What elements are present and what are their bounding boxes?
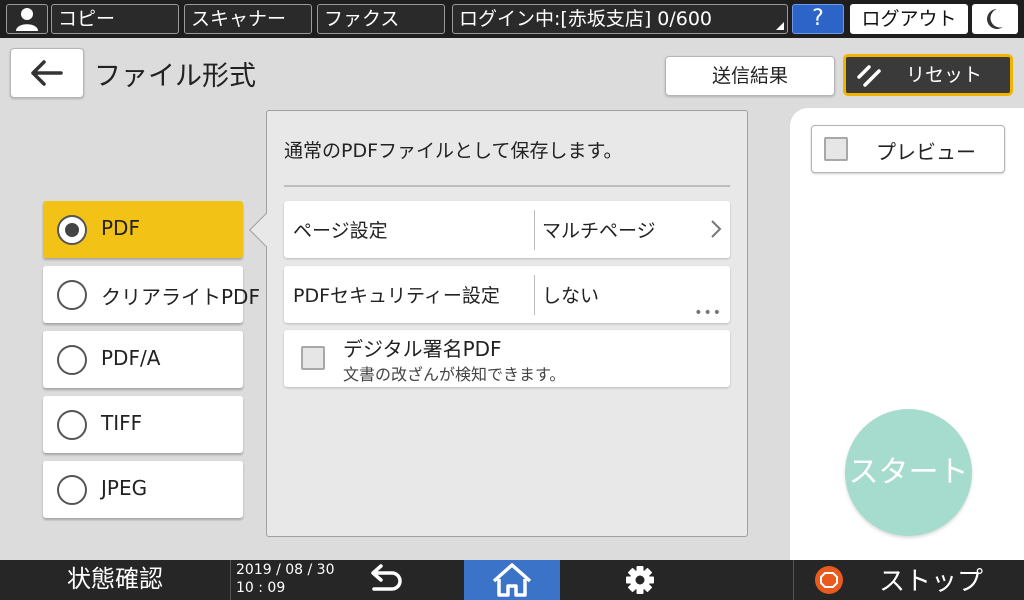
settings-panel [266, 110, 748, 537]
logout-button[interactable]: ログアウト [850, 4, 968, 34]
date-text: 2019 / 08 / 30 [236, 562, 335, 578]
login-status-button[interactable]: ログイン中:[赤坂支店] 0/600 [452, 4, 788, 34]
settings-button[interactable] [610, 560, 670, 600]
undo-button[interactable] [348, 560, 422, 600]
page-setting-row[interactable]: ページ設定 マルチページ [284, 201, 730, 258]
gear-icon [626, 566, 654, 594]
preview-button[interactable]: プレビュー [811, 125, 1005, 173]
top-bar: コピー スキャナー ファクス ログイン中:[赤坂支店] 0/600 ? ログアウ… [0, 0, 1024, 38]
user-icon [16, 8, 38, 31]
chevron-right-icon [711, 220, 722, 238]
stop-button[interactable]: ストップ [795, 560, 1024, 600]
home-button[interactable] [464, 560, 560, 600]
format-label: JPEG [101, 476, 148, 500]
corner-indicator-icon [776, 22, 784, 30]
format-description: 通常のPDFファイルとして保存します。 [284, 140, 623, 162]
preview-checkbox [824, 137, 848, 161]
reset-icon [857, 65, 881, 87]
divider [230, 560, 231, 600]
energy-saver-button[interactable] [972, 4, 1018, 34]
more-icon: ••• [694, 305, 722, 321]
divider [534, 275, 535, 315]
format-label: PDF [101, 216, 140, 240]
user-button[interactable] [6, 4, 48, 34]
radio-icon [57, 280, 87, 310]
setting-name: PDFセキュリティー設定 [293, 285, 500, 307]
radio-icon [57, 475, 87, 505]
format-option-jpeg[interactable]: JPEG [43, 461, 243, 518]
status-check-button[interactable]: 状態確認 [0, 560, 230, 600]
format-label: PDF/A [101, 346, 161, 370]
undo-icon [371, 564, 402, 591]
back-arrow-icon [31, 60, 63, 86]
setting-value: マルチページ [542, 220, 656, 242]
divider [284, 185, 730, 187]
format-label: クリアライトPDF [101, 285, 260, 309]
back-button[interactable] [10, 48, 84, 98]
format-option-pdf[interactable]: PDF [43, 201, 243, 258]
radio-icon [57, 345, 87, 375]
reset-label: リセット [906, 64, 983, 86]
stop-label: ストップ [879, 567, 984, 597]
divider [793, 560, 794, 600]
preview-label: プレビュー [876, 140, 976, 164]
home-icon [492, 563, 532, 597]
send-result-button[interactable]: 送信結果 [665, 56, 835, 96]
digital-signature-title: デジタル署名PDF [343, 337, 502, 361]
login-status-text: ログイン中:[赤坂支店] 0/600 [459, 8, 713, 30]
format-option-tiff[interactable]: TIFF [43, 396, 243, 453]
reset-button[interactable]: リセット [843, 54, 1013, 96]
time-text: 10 : 09 [236, 580, 286, 596]
start-button[interactable]: スタート [845, 409, 972, 536]
bottom-bar: 状態確認 2019 / 08 / 30 10 : 09 ストップ [0, 560, 1024, 600]
radio-selected-icon [57, 215, 87, 245]
fax-app-button[interactable]: ファクス [317, 4, 445, 34]
radio-icon [57, 410, 87, 440]
format-label: TIFF [101, 411, 143, 435]
help-button[interactable]: ? [792, 4, 844, 34]
digital-signature-checkbox[interactable] [301, 346, 325, 370]
divider [534, 210, 535, 250]
format-option-clearlight-pdf[interactable]: クリアライトPDF [43, 266, 260, 323]
moon-icon [987, 9, 1003, 29]
scanner-app-button[interactable]: スキャナー [184, 4, 312, 34]
copy-app-button[interactable]: コピー [51, 4, 179, 34]
digital-signature-pdf-row[interactable]: デジタル署名PDF 文書の改ざんが検知できます。 [284, 330, 730, 387]
date-time: 2019 / 08 / 30 10 : 09 [236, 561, 335, 597]
stop-icon [815, 566, 843, 594]
format-option-pdfa[interactable]: PDF/A [43, 331, 243, 388]
digital-signature-subtitle: 文書の改ざんが検知できます。 [343, 365, 566, 384]
page-title: ファイル形式 [94, 61, 256, 92]
setting-name: ページ設定 [293, 220, 388, 242]
setting-value: しない [542, 285, 600, 307]
pdf-security-setting-row[interactable]: PDFセキュリティー設定 しない ••• [284, 266, 730, 323]
